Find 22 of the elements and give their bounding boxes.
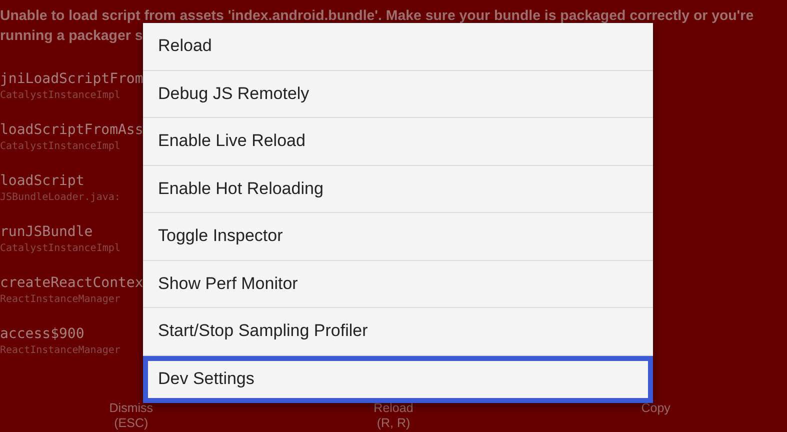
stack-method: jniLoadScriptFrom bbox=[0, 70, 144, 88]
stack-file: CatalystInstanceImpl bbox=[0, 140, 120, 154]
stack-file: CatalystInstanceImpl bbox=[0, 89, 120, 103]
stack-file: ReactInstanceManager bbox=[0, 344, 120, 358]
menu-item[interactable]: Enable Live Reload bbox=[143, 118, 653, 166]
stack-method: createReactContex bbox=[0, 274, 144, 292]
stack-method: loadScript bbox=[0, 172, 84, 190]
error-message: Unable to load script from assets 'index.android.bundle'. Make sure your bundle is packaged correctly or you're bbox=[0, 7, 754, 26]
stack-method: runJSBundle bbox=[0, 223, 93, 241]
menu-item[interactable]: Dev Settings bbox=[143, 356, 653, 402]
stack-file: JSBundleLoader.java: bbox=[0, 191, 120, 205]
menu-item[interactable]: Show Perf Monitor bbox=[143, 260, 653, 308]
stack-method: loadScriptFromAss bbox=[0, 121, 144, 139]
menu-item[interactable]: Reload bbox=[143, 23, 653, 70]
menu-item[interactable]: Enable Hot Reloading bbox=[143, 166, 653, 213]
menu-item[interactable]: Start/Stop Sampling Profiler bbox=[143, 308, 653, 356]
menu-item[interactable]: Toggle Inspector bbox=[143, 213, 653, 260]
error-message: running a packager s bbox=[0, 27, 143, 46]
stack-method: access$900 bbox=[0, 325, 84, 343]
menu-item[interactable]: Debug JS Remotely bbox=[143, 70, 653, 118]
stack-file: ReactInstanceManager bbox=[0, 293, 120, 307]
stack-file: CatalystInstanceImpl bbox=[0, 242, 120, 256]
